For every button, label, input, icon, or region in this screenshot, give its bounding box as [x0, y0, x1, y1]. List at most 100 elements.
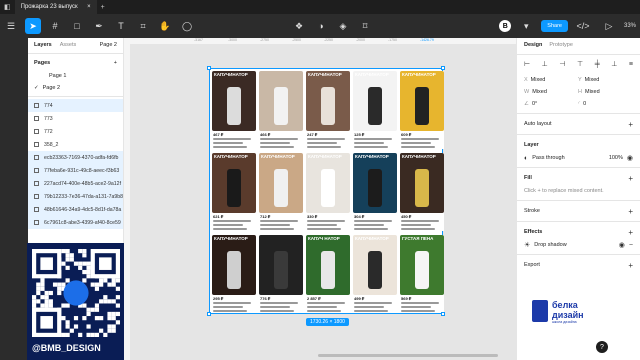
product-card[interactable]: КАПУЧИНАТОР 304 ₽ — [353, 153, 397, 231]
page-item[interactable]: Page 1 — [28, 70, 123, 82]
align-top-icon[interactable]: ⊤ — [577, 60, 583, 68]
crop-icon[interactable]: ⌑ — [357, 18, 373, 34]
qr-module — [86, 324, 91, 329]
add-page-icon[interactable]: + — [114, 60, 117, 66]
product-card[interactable]: КАПУЧИНАТОР 609 ₽ — [400, 71, 444, 149]
align-left-icon[interactable]: ⊢ — [524, 60, 530, 68]
share-button[interactable]: Share — [541, 20, 568, 32]
product-card[interactable]: КАПУЧИНАТОР 712 ₽ — [259, 153, 303, 231]
avatar[interactable]: B — [499, 20, 512, 32]
align-middle-icon[interactable]: ╪ — [595, 61, 600, 68]
chevron-down-icon[interactable]: ▾ — [518, 18, 534, 34]
w-field[interactable]: W Mixed — [524, 89, 574, 95]
tab-layers[interactable]: Layers — [34, 42, 52, 48]
layer-row[interactable]: 6c7961c8-abe3-4399-af40-8ce59 — [28, 216, 123, 229]
visibility-icon[interactable]: ◉ — [627, 154, 633, 162]
rotation-field[interactable]: ∠ 0° — [524, 101, 574, 107]
resize-handle[interactable] — [207, 312, 211, 316]
qr-module — [115, 295, 120, 300]
product-card[interactable]: КАПУЧИНАТОР 247 ₽ — [306, 71, 350, 149]
blend-mode-select[interactable]: Pass through — [532, 155, 564, 161]
align-right-icon[interactable]: ⊣ — [559, 60, 565, 68]
text-tool-icon[interactable]: T — [113, 18, 129, 34]
product-text-line — [213, 138, 251, 140]
product-card[interactable]: КАПУЧИНАТОР 467 ₽ — [212, 71, 256, 149]
x-field[interactable]: X Mixed — [524, 77, 574, 83]
selected-frame[interactable]: КАПУЧИНАТОР 467 ₽466 ₽ КАПУЧИНАТОР 247 ₽ КАП… — [209, 68, 444, 314]
resize-handle[interactable] — [441, 66, 445, 70]
zoom-level[interactable]: 33% — [624, 23, 636, 29]
page-selector[interactable]: Page 2 — [100, 42, 117, 48]
resources-icon[interactable]: ⌗ — [135, 18, 151, 34]
present-icon[interactable]: ▷ — [601, 18, 617, 34]
tab-prototype[interactable]: Prototype — [549, 42, 573, 48]
y-field[interactable]: Y Mixed — [578, 77, 628, 83]
product-card[interactable]: ГУСТАЯ ПЕНА 569 ₽ — [400, 235, 444, 313]
add-export-icon[interactable]: + — [628, 261, 633, 270]
page-item-current[interactable]: ✓ Page 2 — [28, 82, 123, 94]
fill-hint: Click + to replace mixed content. — [524, 188, 604, 194]
h-field[interactable]: H Mixed — [578, 89, 628, 95]
product-text-line — [401, 302, 439, 304]
product-card[interactable]: 776 ₽ — [259, 235, 303, 313]
radius-field[interactable]: ◜ 0 — [578, 101, 628, 107]
tab-design[interactable]: Design — [524, 42, 542, 48]
boolean-icon[interactable]: ◈ — [335, 18, 351, 34]
product-text-line — [401, 306, 431, 308]
layer-row[interactable]: 774 — [28, 99, 123, 112]
effect-icon[interactable]: ☀ — [524, 241, 530, 249]
help-button[interactable]: ? — [596, 341, 608, 353]
resize-handle[interactable] — [441, 312, 445, 316]
align-center-h-icon[interactable]: ⊥ — [542, 60, 548, 68]
product-text-line — [354, 224, 384, 226]
layer-row[interactable]: 227acd74-400e-48b5-ace2-9a12f — [28, 177, 123, 190]
add-fill-icon[interactable]: + — [628, 174, 633, 183]
layer-row[interactable]: 48b61646-34a9-4dc5-8d1f-da78a — [28, 203, 123, 216]
product-card[interactable]: КАПУЧИНАТОР 499 ₽ — [353, 235, 397, 313]
remove-icon[interactable]: − — [629, 242, 633, 249]
hand-tool-icon[interactable]: ✋ — [157, 18, 173, 34]
effect-label[interactable]: Drop shadow — [534, 242, 566, 248]
product-card[interactable]: КАПУЧИНАТОР 330 ₽ — [306, 153, 350, 231]
comment-tool-icon[interactable]: ◯ — [179, 18, 195, 34]
add-auto-layout-icon[interactable]: + — [628, 120, 633, 129]
pen-tool-icon[interactable]: ✒ — [91, 18, 107, 34]
layer-row[interactable]: 77feba6e-931c-49c8-aeec-f3b63 — [28, 164, 123, 177]
qr-module — [44, 290, 49, 296]
figma-home-icon[interactable]: ◧ — [0, 3, 15, 11]
qr-module — [115, 320, 120, 325]
opacity-value[interactable]: 100% — [609, 155, 623, 161]
product-card[interactable]: КАПУЧИНАТОР 125 ₽ — [353, 71, 397, 149]
tab-assets[interactable]: Assets — [60, 42, 77, 48]
add-effect-icon[interactable]: + — [628, 228, 633, 237]
layer-row[interactable]: 358_2 — [28, 138, 123, 151]
layer-row[interactable]: ecb23363-7169-4370-adfa-fd6fb — [28, 151, 123, 164]
product-image: КАПУЧИНАТОР — [306, 153, 350, 213]
mask-icon[interactable]: ◑ — [313, 18, 329, 34]
add-stroke-icon[interactable]: + — [628, 207, 633, 216]
canvas-scrollbar[interactable] — [318, 354, 498, 357]
file-tab[interactable]: Прожарка 23 выпуск × — [14, 0, 97, 14]
shape-tool-icon[interactable]: □ — [69, 18, 85, 34]
close-tab-icon[interactable]: × — [87, 4, 91, 10]
product-card[interactable]: 466 ₽ — [259, 71, 303, 149]
product-card[interactable]: КАПУЧ НАТОР 2 857 ₽ — [306, 235, 350, 313]
move-tool-icon[interactable]: ➤ — [25, 18, 41, 34]
align-bottom-icon[interactable]: ⊥ — [611, 60, 617, 68]
distribute-icon[interactable]: ≡ — [629, 61, 633, 68]
logo-line-1: белка — [552, 300, 578, 310]
product-card[interactable]: КАПУЧИНАТОР 295 ₽ — [212, 235, 256, 313]
qr-module — [107, 324, 112, 329]
layer-row[interactable]: 773 — [28, 112, 123, 125]
resize-handle[interactable] — [207, 66, 211, 70]
product-card[interactable]: КАПУЧИНАТОР 450 ₽ — [400, 153, 444, 231]
frame-tool-icon[interactable]: # — [47, 18, 63, 34]
product-card[interactable]: КАПУЧИНАТОР 621 ₽ — [212, 153, 256, 231]
component-icon[interactable]: ❖ — [291, 18, 307, 34]
main-menu-icon[interactable]: ☰ — [3, 18, 19, 34]
new-tab-icon[interactable]: + — [97, 4, 109, 11]
dev-mode-icon[interactable]: </> — [575, 18, 591, 34]
layer-row[interactable]: 79b12233-7e36-47da-a131-7a9b8 — [28, 190, 123, 203]
visibility-icon[interactable]: ◉ — [619, 241, 625, 249]
layer-row[interactable]: 772 — [28, 125, 123, 138]
